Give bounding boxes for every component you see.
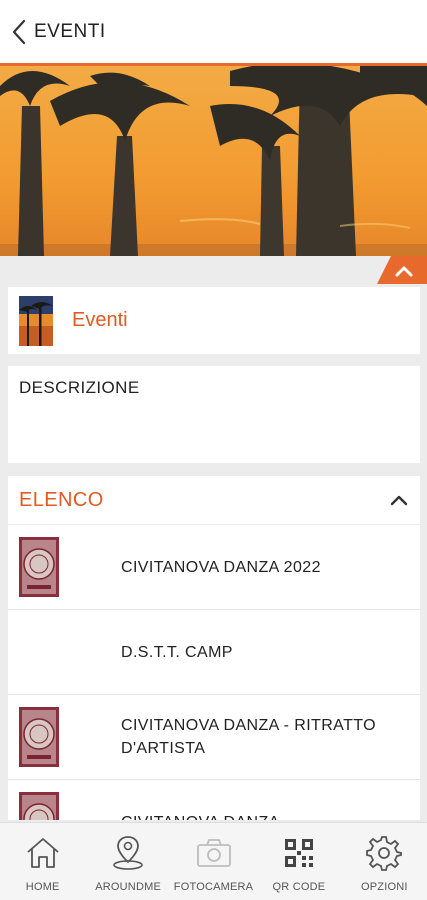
qr-code-icon: [284, 839, 313, 867]
list-item-title: CIVITANOVA DANZA 2022: [121, 558, 321, 576]
list-title: ELENCO: [19, 488, 104, 511]
tab-aroundme[interactable]: AROUNDME: [85, 823, 170, 900]
tab-camera[interactable]: FOTOCAMERA: [171, 823, 256, 900]
list-item-title: CIVITANOVA DANZA -: [121, 811, 381, 821]
home-icon: [27, 838, 59, 868]
bottom-tab-bar: HOME AROUNDME FOTOCAMERA QR CODE OPZIONI: [0, 822, 427, 900]
hero-banner-image: [0, 66, 427, 256]
blank-thumbnail: [19, 622, 59, 682]
list-item-title: CIVITANOVA DANZA - RITRATTO D'ARTISTA: [121, 717, 376, 757]
list-item[interactable]: CIVITANOVA DANZA - RITRATTO D'ARTISTA: [8, 695, 420, 780]
list-item[interactable]: CIVITANOVA DANZA -: [8, 780, 420, 820]
description-card: DESCRIZIONE: [8, 366, 420, 463]
top-bar: EVENTI: [0, 0, 427, 66]
gear-icon: [366, 836, 403, 871]
section-thumbnail: [19, 295, 53, 346]
tab-options[interactable]: OPZIONI: [342, 823, 427, 900]
back-button[interactable]: [0, 0, 28, 63]
tab-qr-code[interactable]: QR CODE: [256, 823, 341, 900]
poster-thumbnail: [19, 537, 59, 597]
page-title: EVENTI: [34, 20, 106, 42]
section-title: Eventi: [72, 309, 128, 331]
list-header[interactable]: ELENCO: [8, 476, 420, 525]
tab-label: QR CODE: [272, 881, 326, 893]
tab-label: OPZIONI: [361, 881, 408, 893]
description-label: DESCRIZIONE: [19, 378, 140, 397]
list-item[interactable]: CIVITANOVA DANZA 2022: [8, 525, 420, 610]
tab-label: FOTOCAMERA: [173, 881, 254, 893]
poster-thumbnail: [19, 792, 59, 820]
map-pin-icon: [113, 836, 143, 870]
list-card: ELENCO CIVITANOVA DANZA 2022 D.S.T.T. CA…: [8, 476, 420, 820]
tab-label: HOME: [25, 881, 60, 893]
chevron-up-icon[interactable]: [390, 494, 408, 506]
list-item-title: D.S.T.T. CAMP: [121, 643, 233, 661]
list-item[interactable]: D.S.T.T. CAMP: [8, 610, 420, 695]
hero-bottom-strip: [0, 256, 427, 284]
poster-thumbnail: [19, 707, 59, 767]
chevron-left-icon: [12, 19, 26, 44]
collapse-header-button[interactable]: [377, 256, 427, 284]
tab-label: AROUNDME: [95, 881, 161, 893]
camera-icon: [196, 839, 231, 867]
tab-home[interactable]: HOME: [0, 823, 85, 900]
section-title-card: Eventi: [8, 287, 420, 354]
